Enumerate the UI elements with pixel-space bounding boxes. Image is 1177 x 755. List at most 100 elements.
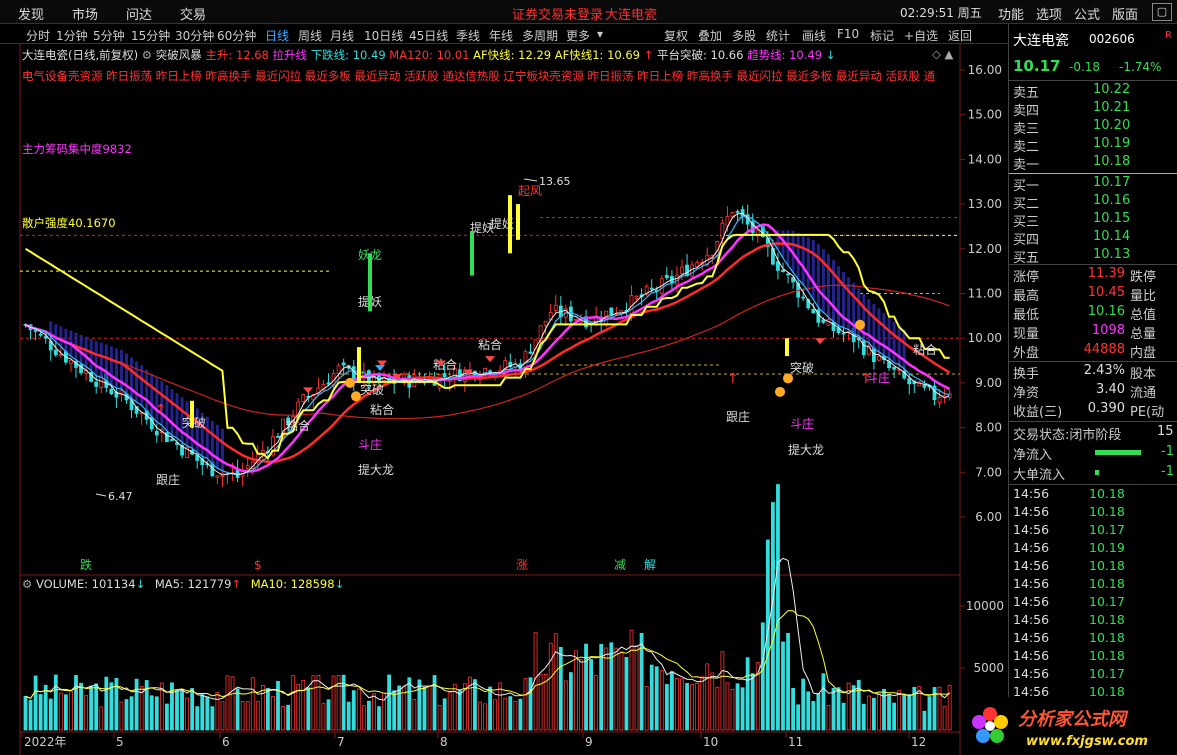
volume-bar <box>255 701 260 731</box>
more-chevron-icon[interactable]: ▾ <box>597 27 603 41</box>
tick-row: 14:56 10.18 <box>1013 612 1173 630</box>
volume-bar <box>28 699 33 731</box>
big-flow-row: 大单流入 -1 <box>1013 464 1177 483</box>
menu-function[interactable]: 功能 <box>998 4 1024 23</box>
f10-button[interactable]: F10 <box>837 27 859 41</box>
volume-settings-icon[interactable]: ⚙ <box>22 577 32 591</box>
volume-bar <box>553 633 558 731</box>
tab-quarterly[interactable]: 季线 <box>456 27 480 44</box>
volume-bar <box>104 676 109 731</box>
multi-stock-button[interactable]: 多股 <box>732 27 756 44</box>
indicator-header: 大连电瓷(日线,前复权) ⚙ 突破风暴 主升: 12.68 拉升线 下跌线: 1… <box>22 47 835 63</box>
tab-30min[interactable]: 30分钟 <box>175 27 214 44</box>
follow-dealer-label: 跟庄 <box>156 472 180 487</box>
volume-bar <box>271 695 275 731</box>
volume-bar <box>508 696 513 731</box>
volume-bar <box>664 684 669 731</box>
volume-bar <box>791 687 795 731</box>
volume-bar <box>922 710 927 731</box>
menu-layout[interactable]: 版面 <box>1112 4 1138 23</box>
collapse-icon[interactable]: ◇ ▲ <box>932 47 953 61</box>
tab-intraday[interactable]: 分时 <box>26 27 50 44</box>
back-button[interactable]: 返回 <box>948 27 972 44</box>
tab-45day[interactable]: 45日线 <box>409 27 448 44</box>
site-logo: 分析家公式网 www.fxjgsw.com <box>966 697 1166 755</box>
tick-row: 14:56 10.18 <box>1013 504 1173 522</box>
event-marker[interactable]: 涨 <box>516 557 528 572</box>
statistics-button[interactable]: 统计 <box>766 27 790 44</box>
pull-up-label: 拉升线 <box>272 48 308 62</box>
signal-bar <box>516 204 520 240</box>
volume-bar <box>230 676 235 731</box>
volume-bar <box>190 688 195 731</box>
big-flow-value: -1 <box>1161 464 1174 479</box>
formula-settings-icon[interactable]: ⚙ <box>142 48 152 62</box>
volume-bar <box>38 694 43 731</box>
volume-bar <box>831 687 836 731</box>
price-tick: 16.00 <box>968 63 1002 77</box>
tab-weekly[interactable]: 周线 <box>298 27 322 44</box>
menu-discover[interactable]: 发现 <box>18 4 44 23</box>
volume-bar <box>260 684 265 731</box>
candle-body <box>94 381 99 387</box>
kline-chart[interactable]: 16.00 15.00 14.00 13.00 12.00 11.00 10.00 9.00 8… <box>0 44 1008 755</box>
volume-bar <box>670 671 674 731</box>
volume-bar <box>245 701 250 731</box>
tab-1min[interactable]: 1分钟 <box>56 27 88 44</box>
login-notice[interactable]: 证券交易未登录 <box>512 4 603 23</box>
tab-multi-period[interactable]: 多周期 <box>522 27 558 44</box>
trade-status: 交易状态:闭市阶段 <box>1013 428 1122 443</box>
draw-line-button[interactable]: 画线 <box>802 27 826 44</box>
event-marker[interactable]: 跌 <box>80 557 92 572</box>
volume-bar <box>897 689 902 731</box>
tab-daily[interactable]: 日线 <box>265 27 289 44</box>
menu-trade[interactable]: 交易 <box>180 4 206 23</box>
bid-price: 10.16 <box>1093 193 1131 208</box>
volume-bar <box>200 694 205 731</box>
tab-5min[interactable]: 5分钟 <box>93 27 125 44</box>
event-marker[interactable]: 解 <box>644 558 656 572</box>
tick-price: 10.18 <box>1089 612 1125 627</box>
menu-market[interactable]: 市场 <box>72 4 98 23</box>
formula-name[interactable]: 突破风暴 <box>156 48 202 62</box>
volume-bar <box>372 693 376 731</box>
volume-bar <box>412 699 417 731</box>
tab-10day[interactable]: 10日线 <box>364 27 403 44</box>
signal-bar <box>470 230 474 276</box>
time-tick: 12 <box>911 735 926 749</box>
event-marker[interactable]: 减 <box>614 558 626 572</box>
overlay-button[interactable]: 叠加 <box>698 27 722 44</box>
tab-yearly[interactable]: 年线 <box>489 27 513 44</box>
breakout-label: 突破 <box>790 360 814 375</box>
margin-flag: R <box>1165 30 1172 41</box>
volume-bar <box>695 682 700 731</box>
volume-bar <box>654 666 659 731</box>
adjust-button[interactable]: 复权 <box>664 27 688 44</box>
volume-bar <box>215 691 220 731</box>
candle-body <box>801 296 806 299</box>
tab-more[interactable]: 更多 <box>566 27 590 44</box>
volume-bar <box>720 651 725 731</box>
volume-bar <box>771 502 775 731</box>
window-control-button[interactable]: ▢ <box>1152 3 1172 21</box>
tick-price: 10.18 <box>1089 576 1125 591</box>
tab-60min[interactable]: 60分钟 <box>217 27 256 44</box>
event-marker[interactable]: $ <box>254 558 262 572</box>
menu-formula[interactable]: 公式 <box>1074 4 1100 23</box>
add-watchlist-button[interactable]: +自选 <box>904 27 938 44</box>
tab-15min[interactable]: 15分钟 <box>131 27 170 44</box>
mark-button[interactable]: 标记 <box>870 27 894 44</box>
volume-bar <box>806 691 811 731</box>
tick-price: 10.19 <box>1089 540 1125 555</box>
candle-body <box>892 367 896 370</box>
tab-monthly[interactable]: 月线 <box>330 27 354 44</box>
menu-ask[interactable]: 问达 <box>126 4 152 23</box>
tick-row: 14:56 10.18 <box>1013 648 1173 666</box>
bid-row: 买二 10.16 <box>1013 193 1173 212</box>
net-flow-row: 净流入 -1 <box>1013 444 1177 463</box>
stat-value: 2.43% <box>1083 363 1125 378</box>
menu-options[interactable]: 选项 <box>1036 4 1062 23</box>
volume-bar <box>361 705 366 731</box>
volume-bar <box>872 697 876 731</box>
volume-bar <box>89 685 94 731</box>
